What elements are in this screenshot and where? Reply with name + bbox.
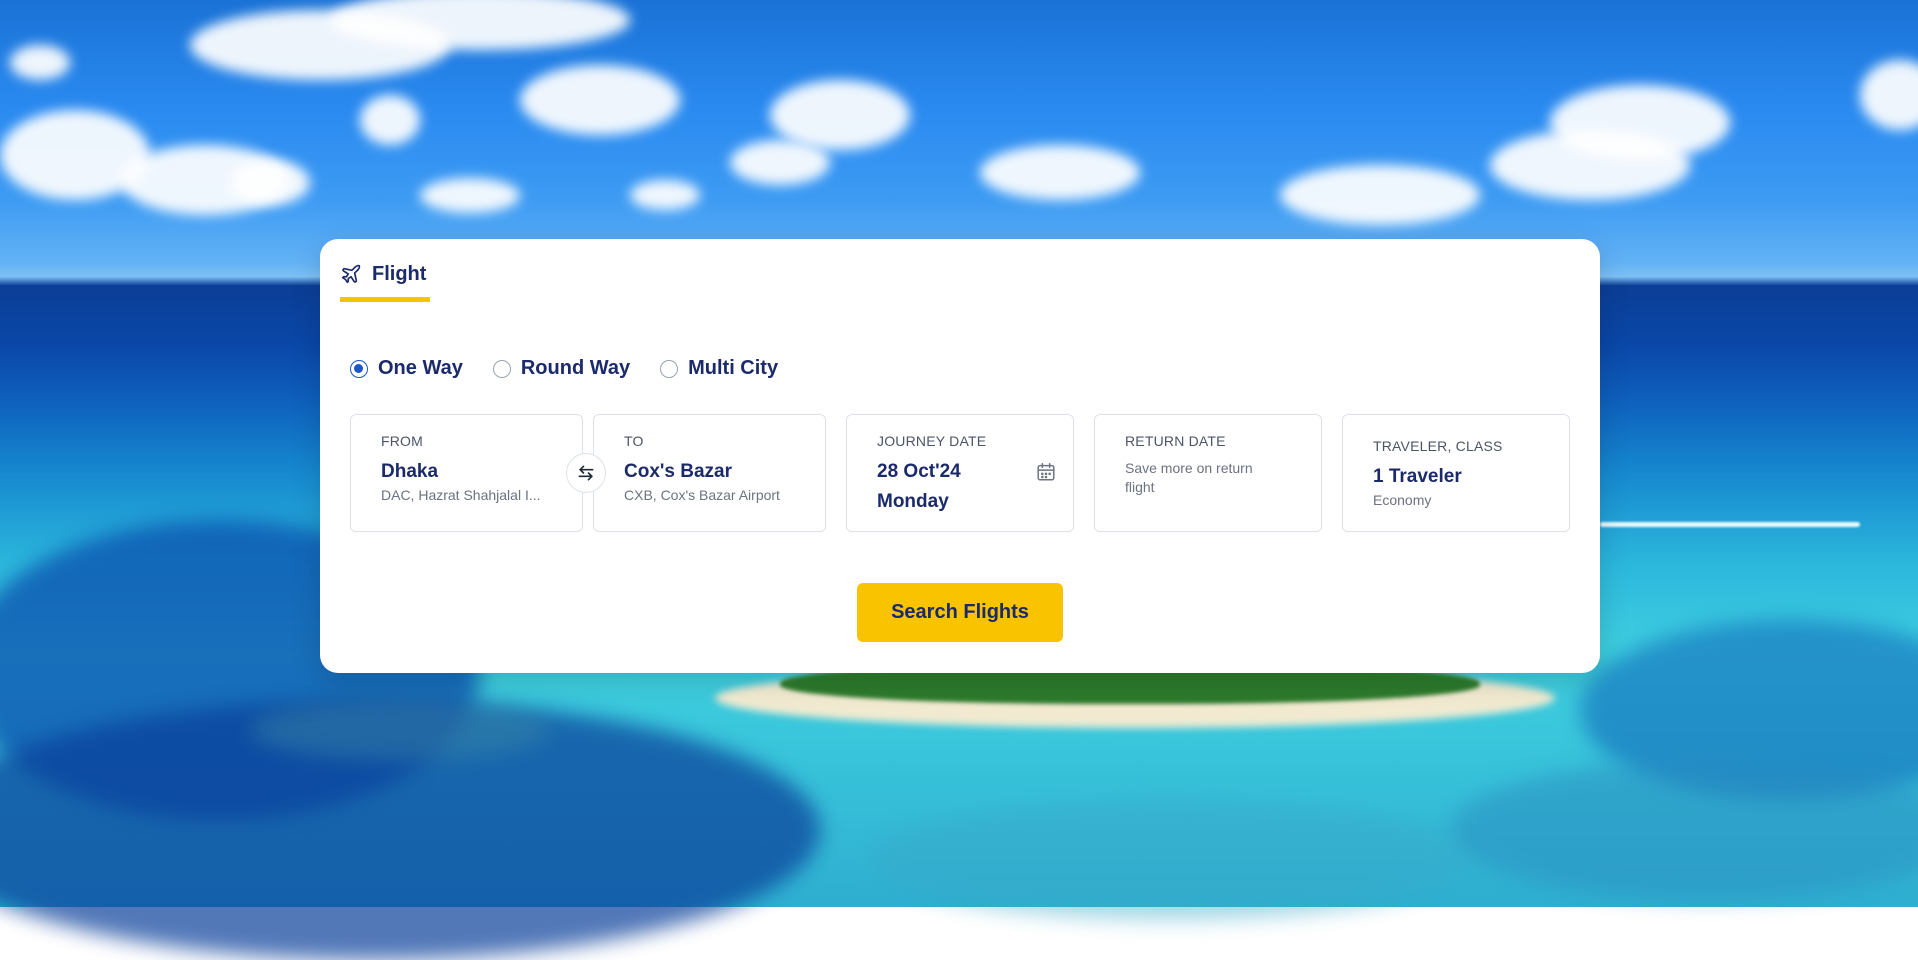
tab-flight[interactable]: Flight <box>340 263 431 302</box>
journey-day: Monday <box>877 491 949 512</box>
traveler-class-field[interactable]: TRAVELER, CLASS 1 Traveler Economy <box>1342 414 1570 532</box>
to-label: TO <box>624 433 644 449</box>
multi-city-radio[interactable] <box>660 359 679 378</box>
multi-city-label: Multi City <box>688 357 779 379</box>
from-label: FROM <box>381 433 424 449</box>
journey-date-field[interactable]: JOURNEY DATE 28 Oct'24 Monday <box>846 414 1074 532</box>
cabin-class: Economy <box>1373 492 1432 508</box>
return-date-field[interactable]: RETURN DATE Save more on return flight <box>1094 414 1322 532</box>
journey-date-value: 28 Oct'24 Monday <box>877 457 1043 517</box>
to-field[interactable]: TO Cox's Bazar CXB, Cox's Bazar Airport <box>593 414 826 532</box>
one-way-radio[interactable] <box>350 359 368 378</box>
to-airport: CXB, Cox's Bazar Airport <box>624 487 780 503</box>
trip-type-one-way[interactable]: One Way <box>350 357 463 380</box>
swap-airports-button[interactable] <box>566 453 606 493</box>
trip-type-round-way[interactable]: Round Way <box>492 357 631 380</box>
traveler-count: 1 Traveler <box>1373 466 1462 487</box>
calendar-icon <box>1035 461 1057 483</box>
return-date-note: Save more on return flight <box>1125 460 1253 495</box>
tab-flight-label: Flight <box>372 263 427 285</box>
journey-date: 28 Oct'24 <box>877 461 961 482</box>
one-way-label: One Way <box>378 357 463 379</box>
trip-type-multi-city[interactable]: Multi City <box>660 357 778 380</box>
from-airport: DAC, Hazrat Shahjalal I... <box>381 487 541 503</box>
airplane-icon <box>340 263 362 291</box>
round-way-label: Round Way <box>520 357 631 379</box>
search-flights-button[interactable]: Search Flights <box>857 583 1063 642</box>
journey-date-label: JOURNEY DATE <box>877 433 987 449</box>
from-city: Dhaka <box>381 461 439 482</box>
swap-arrows-icon <box>576 463 596 483</box>
round-way-radio[interactable] <box>492 359 511 378</box>
return-date-label: RETURN DATE <box>1125 433 1226 449</box>
to-city: Cox's Bazar <box>624 461 733 482</box>
flight-search-card: Flight One Way Round Way Multi City FROM… <box>320 239 1600 673</box>
traveler-class-label: TRAVELER, CLASS <box>1373 438 1503 454</box>
from-field[interactable]: FROM Dhaka DAC, Hazrat Shahjalal I... <box>350 414 583 532</box>
trip-type-group: One Way Round Way Multi City <box>350 357 778 380</box>
